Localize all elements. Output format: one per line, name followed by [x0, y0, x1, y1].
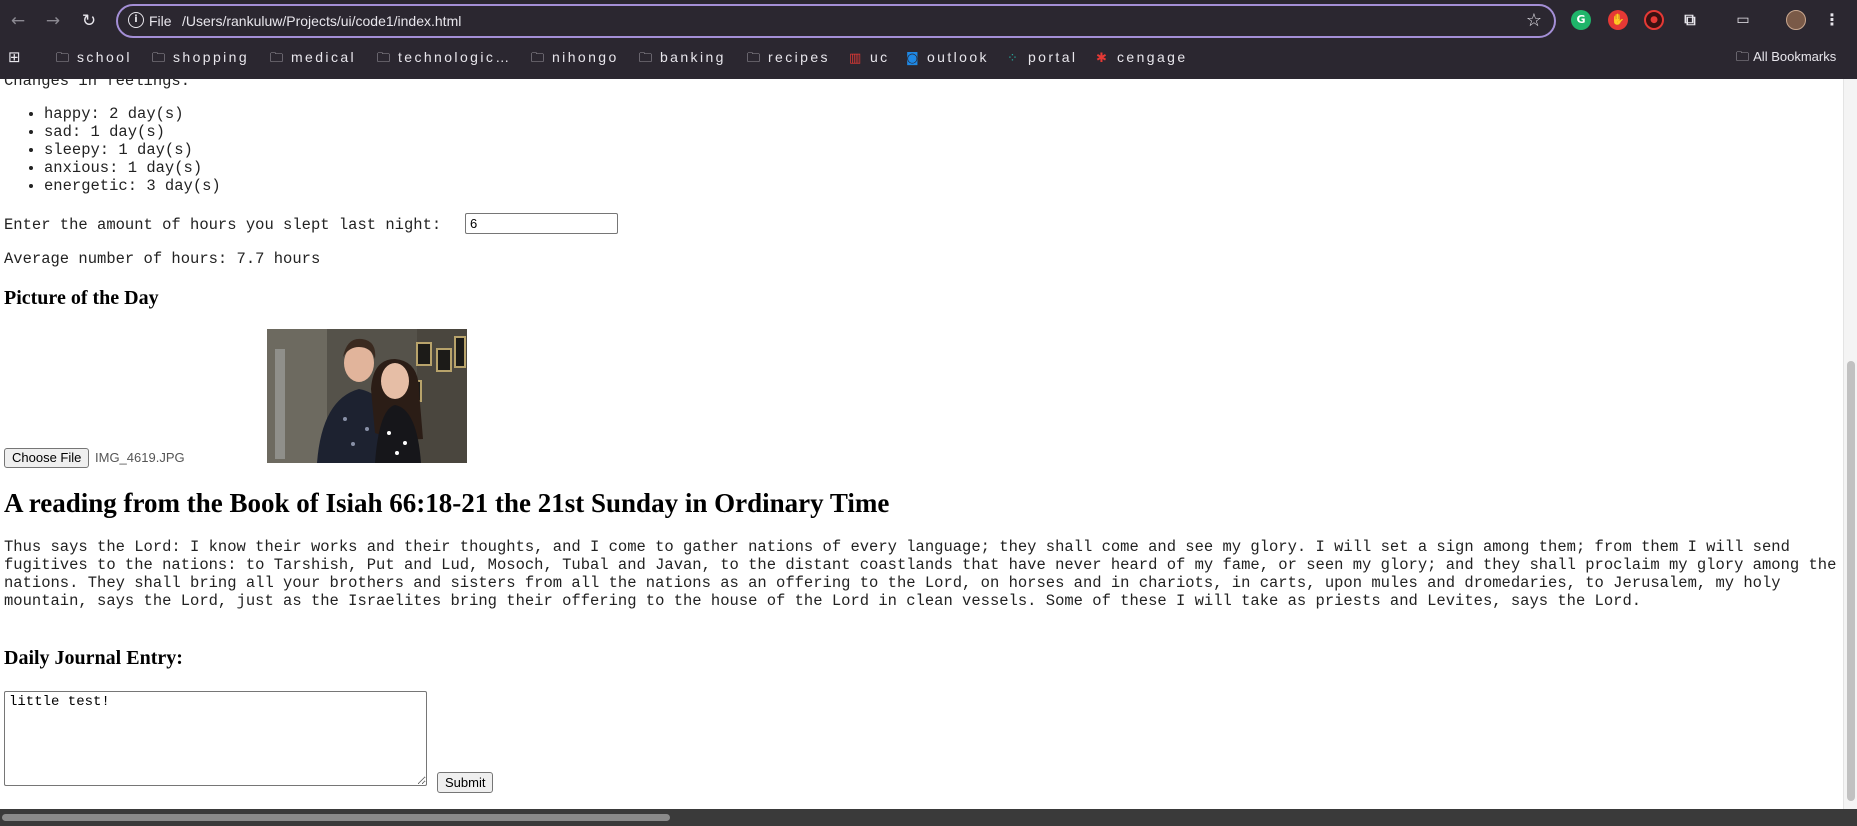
bookmark-label: shopping — [173, 49, 250, 65]
folder-icon: 🗀 — [639, 51, 653, 66]
extensions-puzzle-icon[interactable]: ⧉ — [1680, 10, 1700, 30]
picture-heading: Picture of the Day — [4, 287, 159, 309]
cengage-icon: ✱ — [1096, 51, 1107, 66]
list-item: happy: 2 day(s) — [44, 105, 221, 123]
list-item: sad: 1 day(s) — [44, 123, 221, 141]
selected-file-name: IMG_4619.JPG — [95, 450, 185, 465]
all-bookmarks[interactable]: 🗀 All Bookmarks — [1736, 47, 1836, 68]
journal-entry-textarea[interactable]: little test! — [4, 691, 427, 786]
adblock-extension-icon[interactable]: ● — [1644, 10, 1664, 30]
bookmark-label: uc — [870, 49, 890, 65]
bookmark-technologic[interactable]: 🗀 technologic… — [377, 47, 512, 67]
folder-icon: 🗀 — [747, 51, 761, 66]
reload-icon[interactable]: ↻ — [78, 10, 100, 32]
bookmark-label: outlook — [927, 49, 989, 65]
folder-icon: 🗀 — [1736, 50, 1754, 65]
page-content: Changes in feelings: happy: 2 day(s) sad… — [0, 79, 1843, 809]
back-icon[interactable]: ← — [7, 10, 29, 32]
sleep-prompt: Enter the amount of hours you slept last… — [4, 216, 442, 234]
bookmark-label: school — [77, 49, 132, 65]
sleep-hours-input[interactable] — [465, 213, 618, 234]
list-item: sleepy: 1 day(s) — [44, 141, 221, 159]
site-info-icon[interactable]: i — [128, 12, 144, 28]
bookmark-recipes[interactable]: 🗀 recipes — [747, 47, 830, 67]
bookmark-label: technologic… — [398, 49, 512, 65]
average-hours-text: Average number of hours: 7.7 hours — [4, 250, 321, 268]
bookmark-uc[interactable]: ▥ uc — [849, 47, 890, 67]
list-item: energetic: 3 day(s) — [44, 177, 221, 195]
bookmark-shopping[interactable]: 🗀 shopping — [152, 47, 249, 67]
bookmark-star-icon[interactable]: ☆ — [1526, 10, 1542, 32]
outlook-icon: ◙ — [906, 51, 919, 66]
folder-icon: 🗀 — [377, 51, 391, 66]
bookmark-banking[interactable]: 🗀 banking — [639, 47, 726, 67]
address-bar[interactable]: i File /Users/rankuluw/Projects/ui/code1… — [116, 4, 1556, 38]
bookmark-label: banking — [660, 49, 726, 65]
horizontal-scroll-thumb[interactable] — [2, 814, 670, 821]
media-control-icon[interactable]: ▭ — [1733, 10, 1753, 30]
bookmark-label: medical — [291, 49, 357, 65]
more-menu-icon[interactable]: ⋮ — [1822, 10, 1842, 30]
journal-heading: Daily Journal Entry: — [4, 647, 183, 669]
bookmarks-bar: ⊞ 🗀 school 🗀 shopping 🗀 medical 🗀 technologi… — [0, 45, 1857, 69]
url-text[interactable]: /Users/rankuluw/Projects/ui/code1/index.… — [182, 12, 461, 30]
bookmark-school[interactable]: 🗀 school — [56, 47, 132, 67]
choose-file-button[interactable]: Choose File — [4, 448, 90, 468]
reading-text: Thus says the Lord: I know their works a… — [4, 538, 1837, 610]
bookmark-nihongo[interactable]: 🗀 nihongo — [531, 47, 619, 67]
reading-title: A reading from the Book of Isiah 66:18-2… — [4, 488, 890, 518]
feelings-heading: Changes in feelings: — [4, 79, 191, 90]
bookmark-portal[interactable]: ⁘ portal — [1007, 47, 1077, 67]
horizontal-scrollbar[interactable] — [0, 809, 1857, 826]
uc-logo-icon: ▥ — [849, 51, 862, 66]
picture-of-the-day-image — [267, 329, 467, 463]
folder-icon: 🗀 — [152, 51, 166, 66]
bookmark-cengage[interactable]: ✱ cengage — [1096, 47, 1188, 67]
bookmark-label: nihongo — [552, 49, 619, 65]
browser-toolbar: ← → ↻ i File /Users/rankuluw/Projects/ui… — [0, 0, 1857, 42]
folder-icon: 🗀 — [270, 51, 284, 66]
submit-button[interactable]: Submit — [437, 772, 494, 793]
url-scheme-label: File — [149, 13, 172, 29]
forward-icon[interactable]: → — [42, 10, 64, 32]
folder-icon: 🗀 — [531, 51, 545, 66]
vertical-scrollbar[interactable] — [1843, 79, 1857, 809]
bookmark-label: recipes — [768, 49, 830, 65]
feelings-list: happy: 2 day(s) sad: 1 day(s) sleepy: 1 … — [0, 105, 221, 195]
red-hand-extension-icon[interactable]: ✋ — [1608, 10, 1628, 30]
bookmark-medical[interactable]: 🗀 medical — [270, 47, 356, 67]
apps-grid-icon[interactable]: ⊞ — [8, 47, 21, 67]
browser-chrome: ← → ↻ i File /Users/rankuluw/Projects/ui… — [0, 0, 1857, 79]
bookmark-label: portal — [1028, 49, 1078, 65]
all-bookmarks-label: All Bookmarks — [1753, 49, 1837, 64]
grammarly-extension-icon[interactable]: G — [1571, 10, 1591, 30]
vertical-scroll-thumb[interactable] — [1847, 361, 1855, 801]
profile-avatar[interactable] — [1786, 10, 1806, 30]
bookmark-outlook[interactable]: ◙ outlook — [906, 47, 989, 67]
bookmark-label: cengage — [1117, 49, 1188, 65]
list-item: anxious: 1 day(s) — [44, 159, 221, 177]
folder-icon: 🗀 — [56, 51, 70, 66]
portal-icon: ⁘ — [1007, 51, 1018, 66]
